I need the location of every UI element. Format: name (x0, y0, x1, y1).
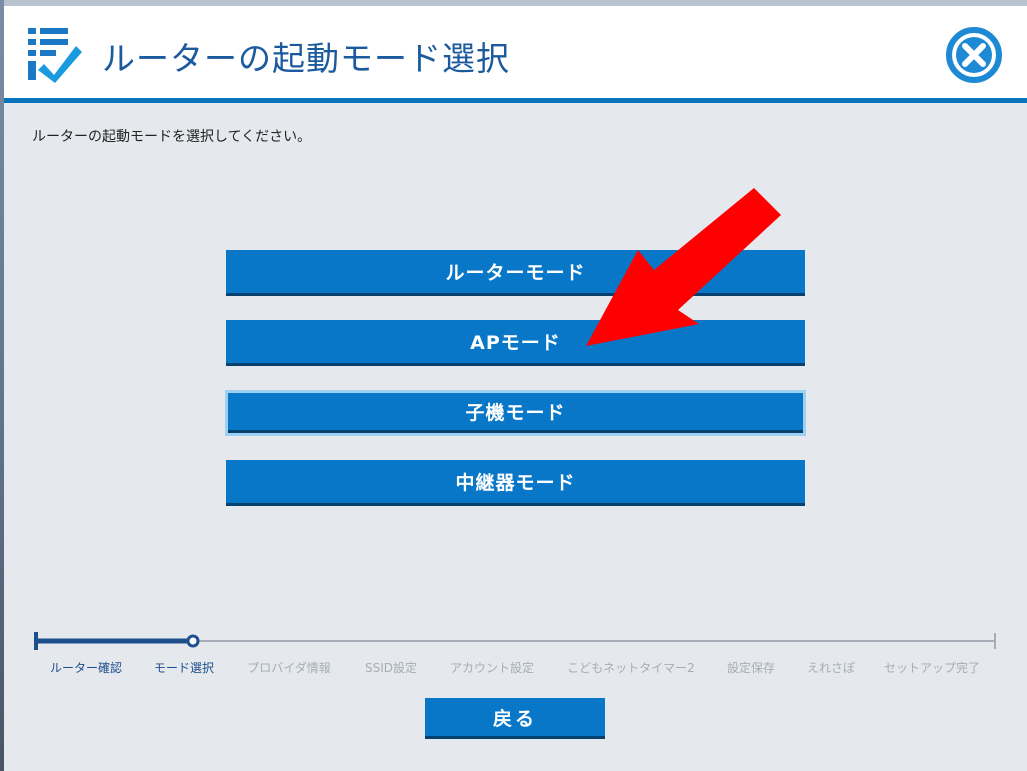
step-setup-complete: セットアップ完了 (883, 661, 981, 675)
back-button[interactable]: 戻る (425, 698, 605, 739)
red-arrow (586, 188, 781, 346)
step-eresapo: えれさぽ (806, 661, 856, 675)
instruction-text: ルーターの起動モードを選択してください。 (32, 129, 312, 145)
step-kids-net-timer: こどもネットタイマー2 (567, 661, 695, 675)
close-icon[interactable] (945, 26, 1003, 84)
client-mode-button[interactable]: 子機モード (225, 390, 806, 436)
checklist-icon (28, 28, 82, 83)
repeater-mode-button[interactable]: 中継器モード (226, 460, 805, 506)
step-mode-select: モード選択 (153, 661, 215, 675)
step-ssid-setting: SSID設定 (364, 661, 418, 675)
step-router-check: ルーター確認 (49, 661, 123, 675)
dialog-title: ルーターの起動モード選択 (102, 39, 510, 78)
mode-select-dialog: ルーターの起動モード選択 ルーターの起動モードを選択してください。 ルーターモー… (4, 6, 1027, 771)
step-account-setting: アカウント設定 (449, 661, 535, 675)
dialog-header: ルーターの起動モード選択 (4, 6, 1027, 103)
progress-track (34, 632, 996, 650)
step-provider-info: プロバイダ情報 (247, 661, 331, 675)
step-save-settings: 設定保存 (726, 661, 776, 675)
